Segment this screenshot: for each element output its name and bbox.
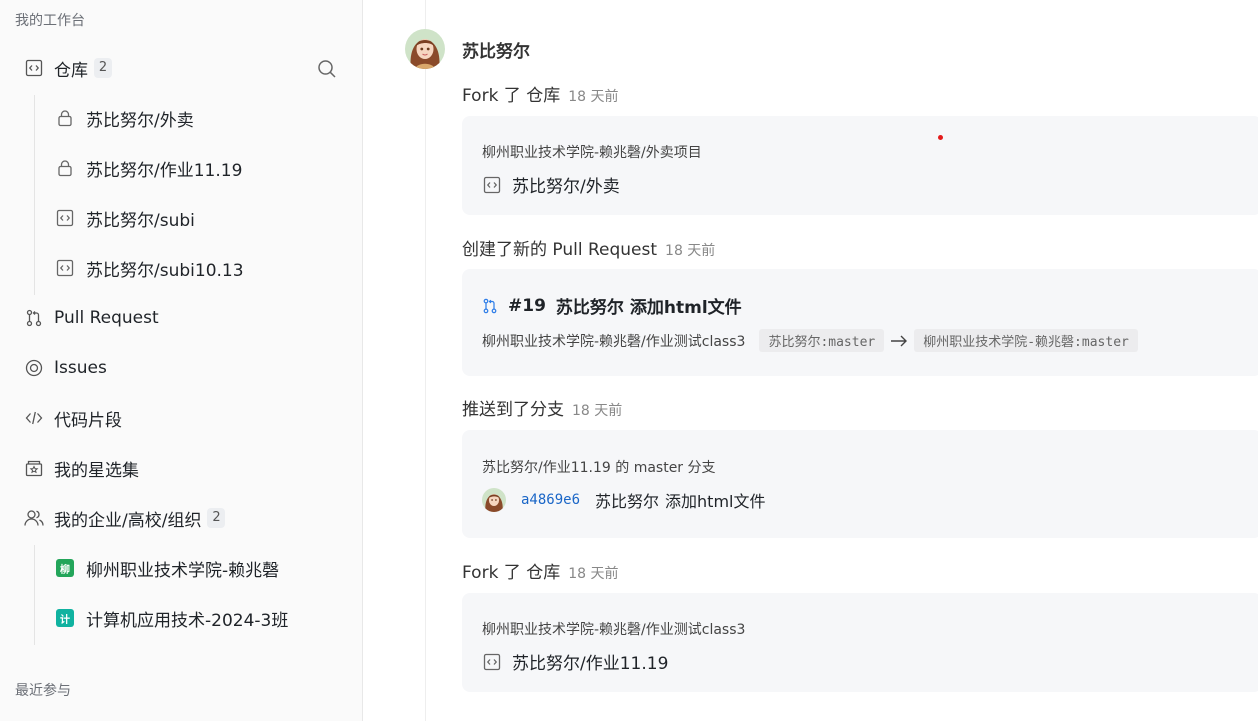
sidebar-item-label: 代码片段 [54, 410, 122, 431]
commit-author: 苏比努尔 [595, 492, 660, 511]
event-title: 创建了新的 Pull Request 18 天前 [462, 235, 715, 260]
sidebar-repo-label: 苏比努尔/subi [86, 210, 195, 231]
event-time: 18 天前 [568, 566, 619, 582]
sidebar-item-pull-request[interactable]: Pull Request [0, 298, 362, 338]
pr-title: 添加html文件 [629, 298, 742, 318]
org-avatar: 柳 [55, 558, 75, 578]
event-action: Fork 了 仓库 [462, 563, 561, 583]
sidebar-org-item[interactable]: 柳 柳州职业技术学院-赖兆磬 [0, 548, 362, 588]
event-action: Fork 了 仓库 [462, 86, 561, 106]
event-time: 18 天前 [665, 243, 716, 259]
sidebar-item-repos[interactable]: 仓库 2 [0, 48, 362, 88]
repo-icon [482, 175, 502, 195]
pull-request-card: #19 苏比努尔 添加html文件 柳州职业技术学院-赖兆磬/作业测试class… [462, 269, 1258, 376]
org-badge: 柳 [56, 559, 74, 577]
fork-card: 柳州职业技术学院-赖兆磬/作业测试class3 苏比努尔/作业11.19 [462, 593, 1258, 692]
sidebar-org-label: 柳州职业技术学院-赖兆磬 [86, 560, 280, 581]
org-avatar: 计 [55, 608, 75, 628]
repo-icon [55, 208, 75, 228]
base-branch[interactable]: 柳州职业技术学院-赖兆磬:master [914, 329, 1138, 352]
org-badge: 计 [56, 609, 74, 627]
sidebar: 我的工作台 仓库 2 苏比努尔/外卖 苏比努尔/作业11.19 苏比努尔/sub… [0, 0, 363, 721]
repo-icon [24, 58, 44, 78]
workspace-heading: 我的工作台 [15, 13, 85, 29]
sidebar-repo-label: 苏比努尔/外卖 [86, 110, 194, 131]
push-branch-line[interactable]: 苏比努尔/作业11.19 的 master 分支 [482, 457, 716, 477]
code-icon [24, 408, 44, 428]
recent-heading: 最近参与 [15, 683, 71, 699]
forked-repo-name: 苏比努尔/外卖 [512, 177, 620, 197]
repo-icon [482, 652, 502, 672]
sidebar-item-label: Issues [54, 358, 107, 378]
pr-author: 苏比努尔 [555, 298, 624, 318]
sidebar-item-stars[interactable]: 我的星选集 [0, 448, 362, 488]
cursor-dot [938, 135, 943, 140]
sidebar-repo-label: 苏比努尔/subi10.13 [86, 260, 244, 281]
sidebar-repo-label: 苏比努尔/作业11.19 [86, 160, 243, 181]
commit-sha-link[interactable]: a4869e6 [521, 492, 580, 508]
timeline-line [425, 0, 426, 721]
issues-icon [24, 358, 44, 378]
org-count-badge: 2 [207, 508, 226, 528]
sidebar-repo-item[interactable]: 苏比努尔/作业11.19 [0, 148, 362, 188]
event-title: 推送到了分支 18 天前 [462, 395, 622, 420]
forked-repo-link[interactable]: 苏比努尔/外卖 [482, 172, 620, 197]
fork-card: 柳州职业技术学院-赖兆磬/外卖项目 苏比努尔/外卖 [462, 116, 1258, 215]
pull-request-icon [482, 297, 498, 315]
sidebar-item-orgs[interactable]: 我的企业/高校/组织 2 [0, 498, 362, 538]
sidebar-repo-item[interactable]: 苏比努尔/subi10.13 [0, 248, 362, 288]
sidebar-item-label: 我的星选集 [54, 460, 139, 481]
activity-feed: 苏比努尔 Fork 了 仓库 18 天前 柳州职业技术学院-赖兆磬/外卖项目 苏比… [364, 0, 1258, 721]
repo-search-button[interactable] [315, 57, 339, 81]
event-action: 创建了新的 Pull Request [462, 240, 658, 260]
sidebar-item-label: 我的企业/高校/组织 [54, 510, 202, 531]
sidebar-item-label: 仓库 [54, 60, 88, 81]
repo-count-badge: 2 [94, 58, 112, 78]
commit-message: 添加html文件 [665, 492, 766, 511]
fork-source[interactable]: 柳州职业技术学院-赖兆磬/外卖项目 [482, 142, 702, 162]
users-icon [24, 508, 44, 528]
forked-repo-name: 苏比努尔/作业11.19 [512, 654, 669, 674]
event-time: 18 天前 [568, 89, 619, 105]
forked-repo-link[interactable]: 苏比努尔/作业11.19 [482, 649, 668, 674]
repo-icon [55, 258, 75, 278]
pull-request-icon [24, 308, 44, 328]
sidebar-org-label: 计算机应用技术-2024-3班 [86, 610, 289, 631]
head-branch[interactable]: 苏比努尔:master [759, 329, 885, 352]
pr-title-link[interactable]: #19 苏比努尔 添加html文件 [482, 293, 742, 318]
push-card: 苏比努尔/作业11.19 的 master 分支 a4869e6 苏比努尔 添加… [462, 430, 1258, 538]
user-avatar[interactable] [405, 29, 445, 69]
commit-author-avatar[interactable] [482, 488, 506, 512]
lock-icon [55, 158, 75, 178]
pr-number: #19 [508, 295, 546, 316]
lock-icon [55, 108, 75, 128]
event-title: Fork 了 仓库 18 天前 [462, 558, 618, 583]
sidebar-repo-item[interactable]: 苏比努尔/外卖 [0, 98, 362, 138]
sidebar-item-label: Pull Request [54, 308, 159, 328]
event-action: 推送到了分支 [462, 400, 564, 420]
sidebar-item-snippets[interactable]: 代码片段 [0, 398, 362, 438]
arrow-right-icon [890, 334, 908, 348]
search-icon [317, 59, 337, 79]
commit-row: a4869e6 苏比努尔 添加html文件 [482, 488, 765, 512]
event-title: Fork 了 仓库 18 天前 [462, 81, 618, 106]
pr-meta: 柳州职业技术学院-赖兆磬/作业测试class3 苏比努尔:master 柳州职业… [482, 329, 1138, 352]
sidebar-item-issues[interactable]: Issues [0, 348, 362, 388]
fork-source[interactable]: 柳州职业技术学院-赖兆磬/作业测试class3 [482, 619, 745, 639]
sidebar-org-item[interactable]: 计 计算机应用技术-2024-3班 [0, 598, 362, 638]
event-time: 18 天前 [572, 403, 623, 419]
sidebar-repo-item[interactable]: 苏比努尔/subi [0, 198, 362, 238]
pr-target-repo[interactable]: 柳州职业技术学院-赖兆磬/作业测试class3 [482, 331, 745, 351]
star-collection-icon [24, 458, 44, 478]
feed-user-name[interactable]: 苏比努尔 [462, 37, 530, 62]
